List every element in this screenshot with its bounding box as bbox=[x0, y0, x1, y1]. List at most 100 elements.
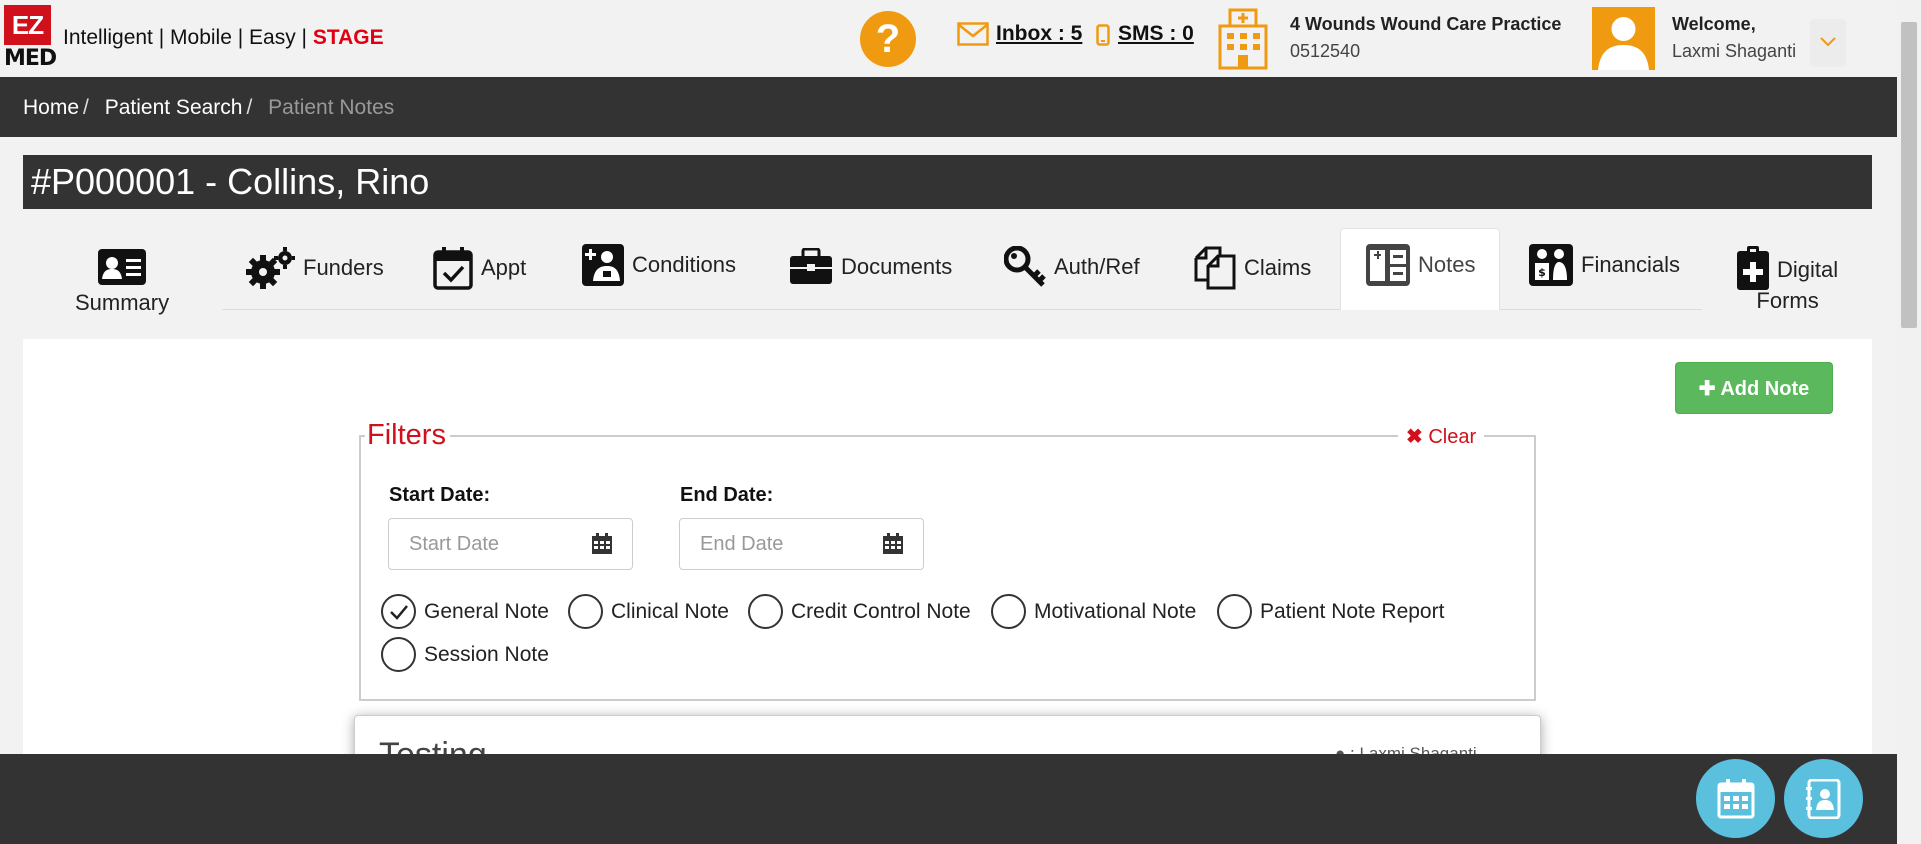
start-date-label: Start Date: bbox=[389, 484, 491, 506]
tab-label: Summary bbox=[75, 290, 170, 315]
tab-auth-ref[interactable]: Auth/Ref bbox=[1004, 246, 1140, 288]
question-icon: ? bbox=[875, 17, 901, 61]
end-date-input[interactable]: End Date bbox=[679, 518, 863, 570]
user-menu-toggle[interactable] bbox=[1810, 19, 1846, 67]
logo-med: MED bbox=[4, 46, 57, 71]
note-type-clinical[interactable]: Clinical Note bbox=[568, 594, 729, 629]
top-header: EZ MED Intelligent | Mobile | Easy | STA… bbox=[0, 0, 1897, 77]
logo-ez: EZ bbox=[4, 5, 51, 45]
gears-icon bbox=[246, 247, 295, 289]
mobile-phone-icon bbox=[1096, 24, 1110, 46]
filters-legend: Filters bbox=[365, 419, 450, 452]
tab-financials[interactable]: $ Financials bbox=[1529, 244, 1680, 286]
clear-label: Clear bbox=[1428, 426, 1477, 448]
calendar-fab-button[interactable] bbox=[1696, 759, 1775, 838]
breadcrumb-separator: / bbox=[246, 96, 253, 119]
breadcrumb-separator: / bbox=[83, 96, 89, 119]
help-button[interactable]: ? bbox=[860, 11, 916, 67]
tab-label: Financials bbox=[1581, 252, 1681, 277]
ezmed-logo[interactable]: EZ MED bbox=[4, 5, 57, 72]
breadcrumb-home[interactable]: Home bbox=[23, 96, 79, 119]
radio-circle[interactable] bbox=[991, 594, 1026, 629]
sms-link[interactable]: SMS : 0 bbox=[1118, 22, 1194, 46]
note-type-session[interactable]: Session Note bbox=[381, 637, 549, 672]
scrollbar-thumb[interactable] bbox=[1901, 22, 1917, 328]
notes-icon bbox=[1366, 244, 1410, 286]
note-type-label: Patient Note Report bbox=[1260, 599, 1445, 623]
breadcrumb-current: Patient Notes bbox=[268, 96, 395, 119]
radio-circle[interactable] bbox=[1217, 594, 1252, 629]
copy-icon bbox=[1194, 246, 1236, 290]
tagline-text: Intelligent | Mobile | Easy | bbox=[63, 26, 313, 49]
user-silhouette-icon bbox=[1598, 17, 1649, 70]
page-scrollbar[interactable] bbox=[1897, 0, 1921, 844]
tab-notes[interactable]: Notes bbox=[1366, 244, 1475, 286]
radio-circle[interactable] bbox=[568, 594, 603, 629]
avatar[interactable] bbox=[1592, 7, 1655, 70]
welcome-block: Welcome, Laxmi Shaganti bbox=[1672, 14, 1796, 62]
start-date-picker-button[interactable] bbox=[571, 518, 633, 570]
tab-funders[interactable]: Funders bbox=[245, 246, 384, 290]
clipboard-plus-icon bbox=[1737, 246, 1769, 290]
calendar-check-icon bbox=[433, 247, 473, 290]
tab-label: Auth/Ref bbox=[1054, 254, 1140, 279]
calendar-icon bbox=[882, 533, 903, 554]
note-type-general[interactable]: General Note bbox=[381, 594, 549, 629]
environment-label: STAGE bbox=[312, 26, 384, 49]
tab-label: Conditions bbox=[632, 252, 736, 277]
note-type-patient-report[interactable]: Patient Note Report bbox=[1217, 594, 1444, 629]
close-icon: ✖ bbox=[1406, 426, 1423, 448]
financials-icon: $ bbox=[1529, 244, 1573, 286]
tab-label: Notes bbox=[1418, 252, 1476, 277]
tab-appt[interactable]: Appt bbox=[433, 246, 526, 290]
radio-circle[interactable] bbox=[748, 594, 783, 629]
radio-circle[interactable] bbox=[381, 594, 416, 629]
add-note-button[interactable]: ✚ Add Note bbox=[1675, 362, 1833, 414]
note-type-motivational[interactable]: Motivational Note bbox=[991, 594, 1196, 629]
end-date-picker-button[interactable] bbox=[862, 518, 924, 570]
envelope-icon bbox=[957, 22, 989, 46]
user-name: Laxmi Shaganti bbox=[1672, 41, 1797, 61]
inbox-link[interactable]: Inbox : 5 bbox=[996, 22, 1082, 46]
practice-code: 0512540 bbox=[1290, 41, 1361, 61]
tab-digital-forms[interactable]: Digital Forms bbox=[1737, 246, 1838, 316]
tab-claims[interactable]: Claims bbox=[1194, 246, 1311, 290]
calendar-icon bbox=[591, 533, 612, 554]
end-date-label: End Date: bbox=[680, 484, 774, 506]
id-card-icon bbox=[98, 249, 147, 285]
practice-info: 4 Wounds Wound Care Practice 0512540 bbox=[1290, 14, 1561, 62]
svg-text:$: $ bbox=[1538, 266, 1546, 279]
plus-icon: ✚ bbox=[1698, 378, 1721, 400]
breadcrumb: Home / Patient Search / Patient Notes bbox=[23, 96, 398, 120]
contact-book-icon bbox=[1805, 778, 1840, 819]
note-type-credit-control[interactable]: Credit Control Note bbox=[748, 594, 971, 629]
note-type-label: Motivational Note bbox=[1034, 599, 1197, 623]
breadcrumb-patient-search[interactable]: Patient Search bbox=[105, 96, 243, 119]
note-type-label: Credit Control Note bbox=[791, 599, 971, 623]
radio-circle[interactable] bbox=[381, 637, 416, 672]
key-icon bbox=[1004, 246, 1046, 287]
start-date-input[interactable]: Start Date bbox=[388, 518, 572, 570]
tab-documents[interactable]: Documents bbox=[789, 248, 952, 286]
tab-label: Claims bbox=[1244, 255, 1312, 280]
chevron-down-icon bbox=[1820, 37, 1836, 47]
add-note-label: Add Note bbox=[1720, 378, 1810, 400]
briefcase-icon bbox=[790, 248, 832, 284]
check-icon bbox=[389, 604, 408, 620]
page-title: #P000001 - Collins, Rino bbox=[23, 155, 1872, 209]
hospital-icon bbox=[1218, 8, 1268, 70]
tagline: Intelligent | Mobile | Easy | STAGE bbox=[63, 26, 384, 50]
tab-label: Documents bbox=[841, 254, 953, 279]
note-type-label: General Note bbox=[424, 599, 549, 623]
practice-name: 4 Wounds Wound Care Practice bbox=[1290, 14, 1562, 34]
welcome-label: Welcome, bbox=[1672, 14, 1756, 34]
footer-bar bbox=[0, 754, 1897, 844]
tab-conditions[interactable]: Conditions bbox=[582, 244, 736, 286]
tab-summary[interactable]: Summary bbox=[75, 248, 169, 316]
tab-label-wrap: Digital Forms bbox=[1756, 254, 1839, 316]
calendar-icon bbox=[1717, 778, 1754, 818]
clear-filters-button[interactable]: ✖ Clear bbox=[1398, 424, 1485, 449]
medical-person-icon bbox=[582, 244, 624, 286]
contacts-fab-button[interactable] bbox=[1784, 759, 1863, 838]
tab-label: Digital bbox=[1777, 257, 1839, 282]
